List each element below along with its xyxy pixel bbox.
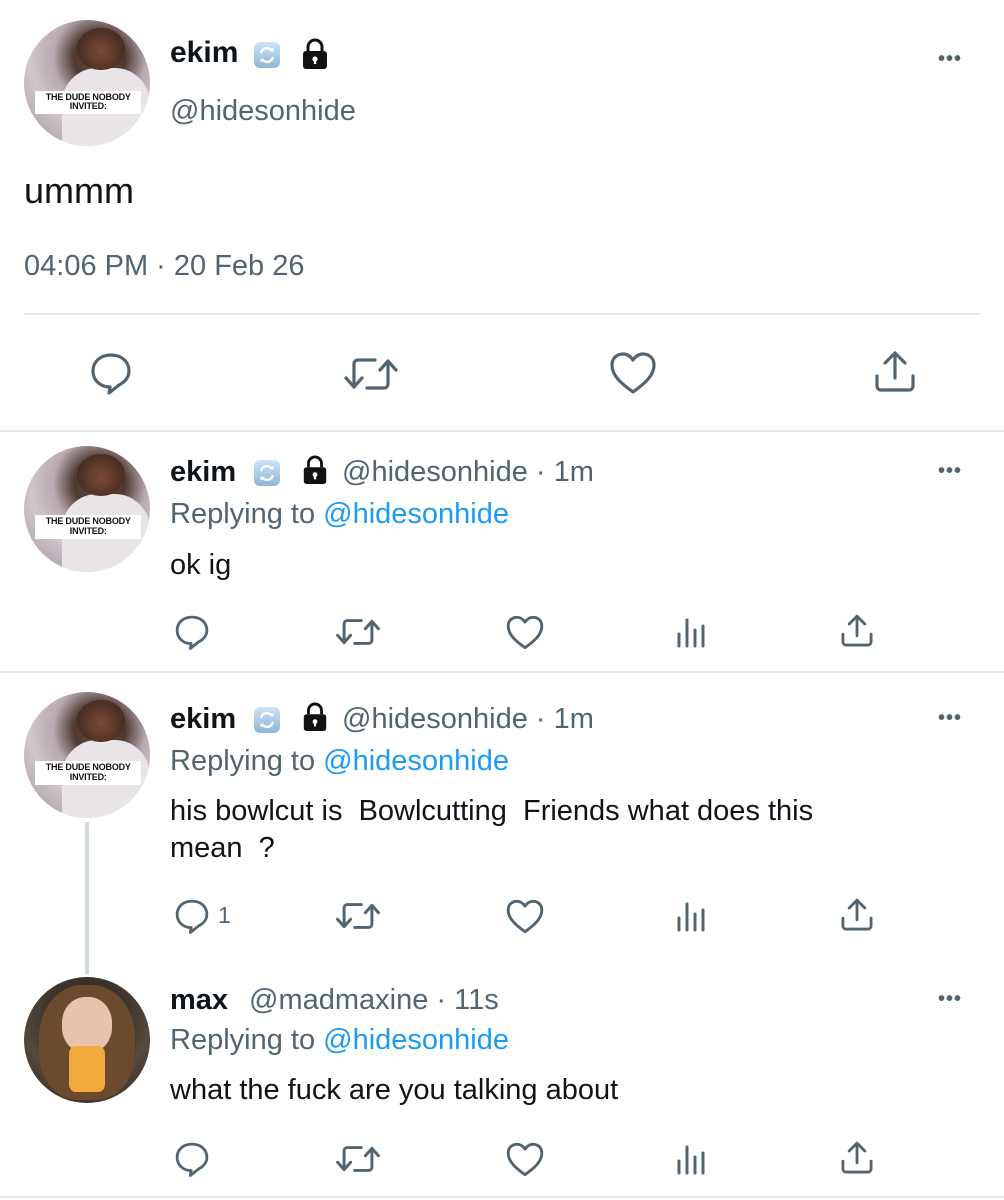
avatar-caption: THE DUDE NOBODY INVITED: (35, 90, 142, 115)
lock-icon (303, 702, 327, 731)
avatar-photo-drink (69, 1046, 105, 1092)
avatar-caption: THE DUDE NOBODY INVITED: (35, 761, 142, 786)
tweet-timestamp: 04:06 PM · 20 Feb 26 (24, 250, 305, 282)
avatar[interactable]: THE DUDE NOBODY INVITED: (24, 446, 150, 572)
like-icon[interactable] (505, 898, 545, 935)
like-icon[interactable] (505, 1141, 545, 1178)
timestamp-divider (24, 313, 980, 315)
handle-and-time: @hidesonhide · 1m (342, 703, 594, 735)
reply-text: what the fuck are you talking about (170, 1074, 619, 1106)
section-divider (0, 430, 1004, 432)
lock-icon (303, 455, 327, 484)
verified-badge-icon (254, 707, 280, 733)
handle[interactable]: @hidesonhide (170, 95, 356, 128)
reply-icon[interactable] (173, 897, 211, 935)
replying-to-line: Replying to @hidesonhide (170, 498, 509, 531)
handle-and-time: @hidesonhide · 1m (342, 456, 594, 488)
retweet-icon[interactable] (342, 352, 400, 396)
section-divider (0, 1196, 1004, 1198)
avatar[interactable]: THE DUDE NOBODY INVITED: (24, 20, 150, 146)
avatar-photo-face (76, 453, 125, 497)
share-icon[interactable] (872, 348, 918, 396)
analytics-icon[interactable] (674, 1141, 710, 1177)
share-icon[interactable] (839, 896, 875, 934)
reply-text: ok ig (170, 549, 232, 581)
analytics-icon[interactable] (674, 898, 710, 934)
display-name[interactable]: ekim (170, 456, 236, 489)
tweet-text: ummm (24, 170, 134, 211)
avatar-photo-face (61, 997, 113, 1053)
more-options-button[interactable]: ••• (938, 48, 962, 71)
replying-to-label: Replying to (170, 745, 316, 777)
more-options-button[interactable]: ••• (938, 460, 962, 483)
analytics-icon[interactable] (674, 614, 710, 650)
like-icon[interactable] (608, 350, 658, 396)
replying-to-label: Replying to (170, 498, 316, 530)
avatar[interactable]: THE DUDE NOBODY INVITED: (24, 692, 150, 818)
avatar-photo-face (76, 699, 125, 743)
display-name[interactable]: max (170, 984, 228, 1017)
reply-text-line-2: mean ? (170, 832, 275, 864)
display-name[interactable]: ekim (170, 36, 238, 70)
replying-to-link[interactable]: @hidesonhide (323, 745, 509, 777)
reply-icon[interactable] (173, 613, 211, 651)
section-divider (0, 671, 1004, 673)
retweet-icon[interactable] (334, 898, 382, 934)
verified-badge-icon (254, 42, 280, 68)
reply-icon[interactable] (88, 350, 134, 396)
replying-to-line: Replying to @hidesonhide (170, 1024, 509, 1057)
replying-to-link[interactable]: @hidesonhide (323, 1024, 509, 1056)
display-name[interactable]: ekim (170, 703, 236, 736)
share-icon[interactable] (839, 612, 875, 650)
share-icon[interactable] (839, 1139, 875, 1177)
more-options-button[interactable]: ••• (938, 707, 962, 730)
verified-badge-icon (254, 460, 280, 486)
avatar[interactable] (24, 977, 150, 1103)
thread-connector-line (85, 822, 89, 974)
reply-icon[interactable] (173, 1140, 211, 1178)
reply-count: 1 (218, 902, 231, 928)
replying-to-link[interactable]: @hidesonhide (323, 498, 509, 530)
retweet-icon[interactable] (334, 614, 382, 650)
handle-and-time: @madmaxine · 11s (249, 984, 499, 1016)
replying-to-label: Replying to (170, 1024, 316, 1056)
retweet-icon[interactable] (334, 1141, 382, 1177)
avatar-caption: THE DUDE NOBODY INVITED: (35, 515, 142, 540)
reply-text-line-1: his bowlcut is Bowlcutting Friends what … (170, 795, 814, 827)
more-options-button[interactable]: ••• (938, 988, 962, 1011)
replying-to-line: Replying to @hidesonhide (170, 745, 509, 778)
avatar-photo-face (76, 27, 125, 71)
lock-icon (303, 38, 327, 69)
like-icon[interactable] (505, 614, 545, 651)
